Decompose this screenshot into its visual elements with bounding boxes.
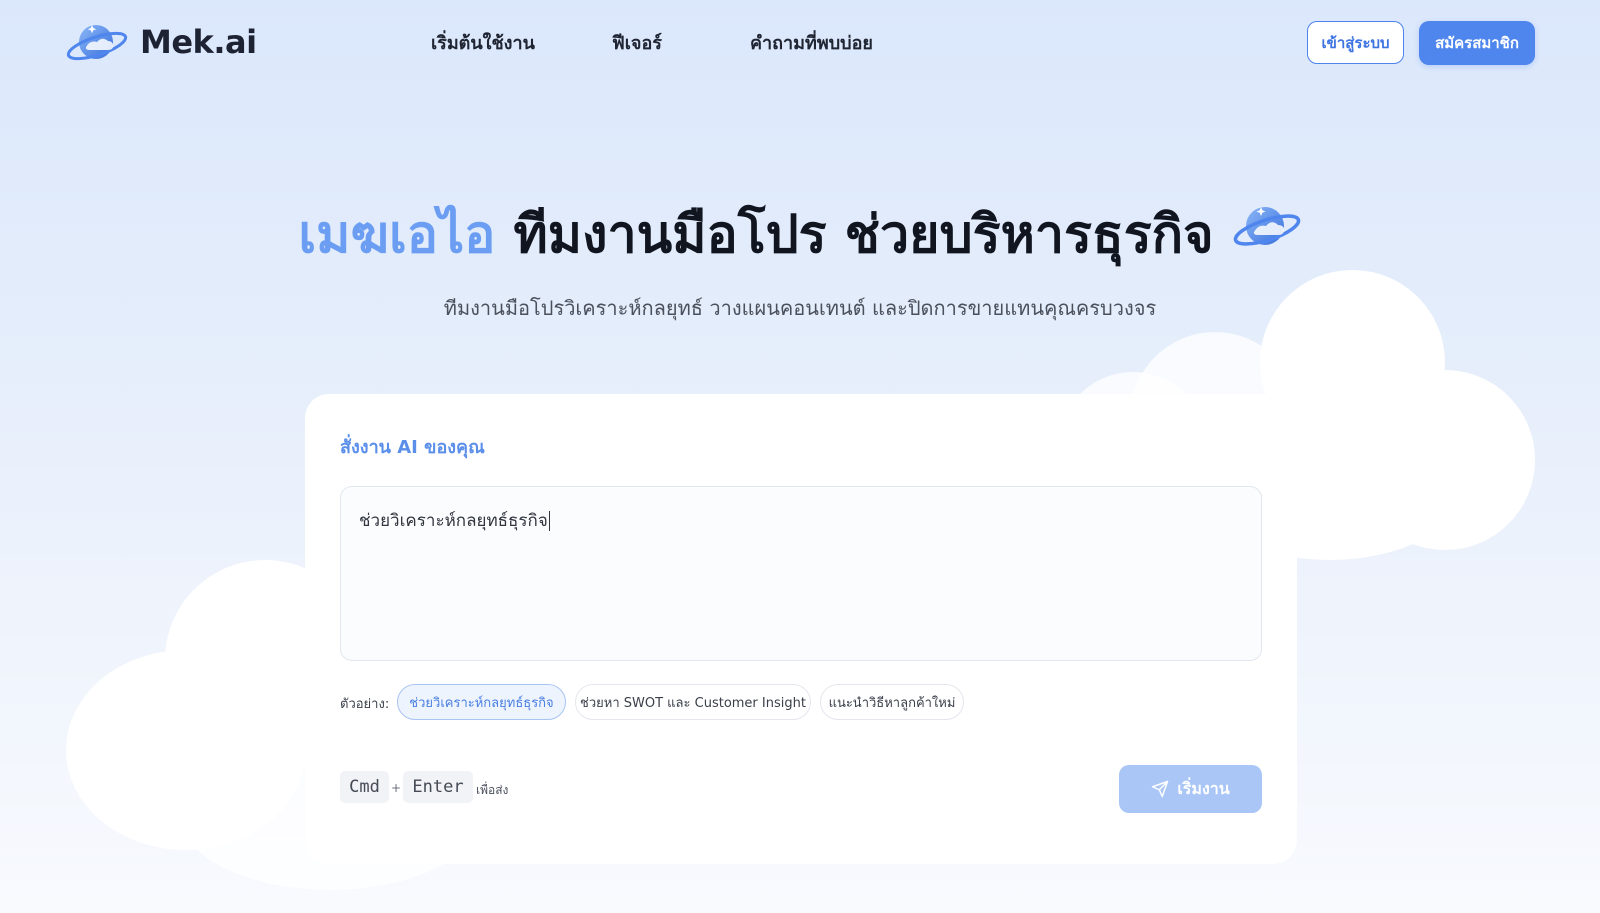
prompt-input[interactable]: ช่วยวิเคราะห์กลยุทธ์ธุรกิจ xyxy=(340,486,1262,661)
logo[interactable]: Mek.ai xyxy=(66,16,257,68)
shortcut-plus: + xyxy=(391,781,402,795)
example-chip[interactable]: ช่วยวิเคราะห์กลยุทธ์ธุรกิจ xyxy=(397,684,566,720)
hero-subtitle: ทีมงานมือโปรวิเคราะห์กลยุทธ์ วางแผนคอนเท… xyxy=(443,296,1157,320)
example-chip[interactable]: ช่วยหา SWOT และ Customer Insight xyxy=(575,684,811,720)
planet-logo-icon xyxy=(66,25,128,61)
brand-name: Mek.ai xyxy=(140,23,257,61)
login-button[interactable]: เข้าสู่ระบบ xyxy=(1307,21,1404,64)
shortcut-key-cmd: Cmd xyxy=(340,771,389,803)
hero-brand-word: เมฆเอไอ xyxy=(298,205,496,265)
hero-title-text: ทีมงานมือโปร ช่วยบริหารธุรกิจ xyxy=(513,205,1214,265)
hero-title: เมฆเอไอ ทีมงานมือโปร ช่วยบริหารธุรกิจ xyxy=(0,192,1600,275)
start-button-label: เริ่มงาน xyxy=(1177,778,1230,798)
site-header: Mek.ai เริ่มต้นใช้งาน ฟีเจอร์ คำถามที่พบ… xyxy=(0,0,1600,84)
shortcut-hint: เพื่อส่ง xyxy=(476,783,509,797)
text-caret xyxy=(548,511,551,531)
send-icon xyxy=(1152,780,1169,798)
prompt-input-value: ช่วยวิเคราะห์กลยุทธ์ธุรกิจ xyxy=(359,511,548,531)
signup-button[interactable]: สมัครสมาชิก xyxy=(1419,21,1535,65)
planet-icon xyxy=(1232,200,1302,265)
nav-features[interactable]: ฟีเจอร์ xyxy=(612,28,662,57)
example-chip[interactable]: แนะนำวิธีหาลูกค้าใหม่ xyxy=(820,684,964,720)
nav-faq[interactable]: คำถามที่พบบ่อย xyxy=(750,28,873,57)
start-button[interactable]: เริ่มงาน xyxy=(1119,765,1262,813)
nav-getting-started[interactable]: เริ่มต้นใช้งาน xyxy=(431,28,535,57)
shortcut-key-enter: Enter xyxy=(403,771,473,803)
prompt-card-label: สั่งงาน AI ของคุณ xyxy=(340,437,485,458)
examples-label: ตัวอย่าง: xyxy=(340,697,390,712)
